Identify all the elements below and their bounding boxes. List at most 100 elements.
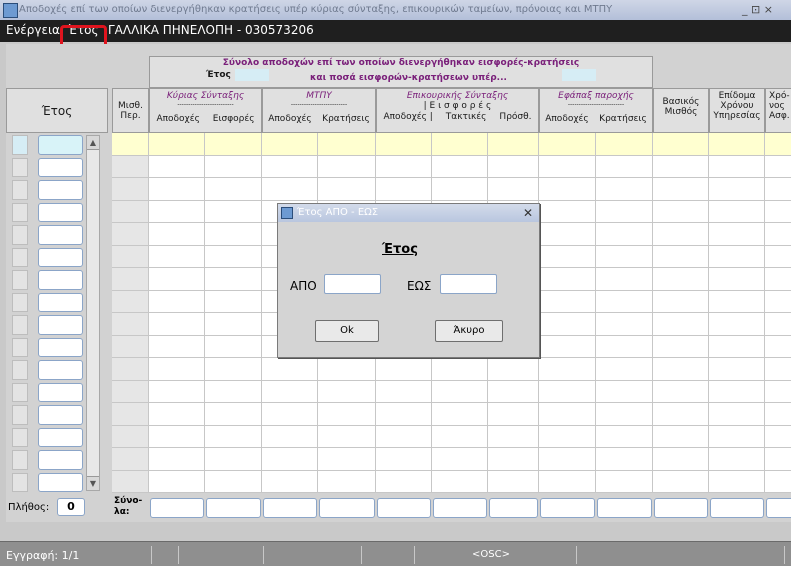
grid-cell[interactable] [653,133,709,156]
grid-cell[interactable] [765,425,791,448]
grid-cell[interactable] [205,335,262,358]
close-icon[interactable]: ✕ [523,204,533,222]
row-selector[interactable] [12,450,28,470]
grid-cell[interactable] [709,178,765,201]
grid-cell[interactable] [539,200,596,223]
year-input[interactable] [38,337,83,357]
grid-cell[interactable] [149,245,205,268]
year-input[interactable] [38,270,83,290]
grid-cell[interactable] [765,245,791,268]
grid-cell[interactable] [262,448,318,471]
row-selector[interactable] [12,292,28,312]
grid-cell[interactable] [709,380,765,403]
grid-cell[interactable] [376,133,432,156]
grid-cell[interactable] [149,470,205,493]
grid-cell[interactable] [596,155,653,178]
cancel-button[interactable]: Άκυρο [435,320,503,342]
grid-cell[interactable] [653,178,709,201]
grid-cell[interactable] [539,313,596,336]
grid-cell[interactable] [318,425,376,448]
summary-amount-field[interactable] [562,69,596,81]
scroll-down-icon[interactable]: ▼ [87,476,99,490]
grid-cell[interactable] [205,268,262,291]
grid-cell[interactable] [149,335,205,358]
year-input[interactable] [38,135,83,155]
grid-cell[interactable] [205,133,262,156]
grid-cell[interactable] [539,380,596,403]
grid-cell[interactable] [488,380,539,403]
grid-cell[interactable] [149,380,205,403]
grid-cell[interactable] [765,358,791,381]
grid-cell[interactable] [262,178,318,201]
grid-cell[interactable] [653,155,709,178]
grid-cell[interactable] [149,223,205,246]
grid-cell[interactable] [539,290,596,313]
row-selector[interactable] [12,360,28,380]
grid-cell[interactable] [653,313,709,336]
grid-cell[interactable] [432,155,488,178]
grid-cell[interactable] [765,380,791,403]
row-selector[interactable] [12,337,28,357]
grid-cell[interactable] [765,268,791,291]
menu-energeia[interactable]: Ενέργεια [6,23,60,37]
grid-cell[interactable] [653,268,709,291]
grid-cell[interactable] [205,290,262,313]
grid-cell[interactable] [539,470,596,493]
grid-cell[interactable] [539,358,596,381]
grid-cell[interactable] [765,223,791,246]
grid-cell[interactable] [653,470,709,493]
grid-cell[interactable] [205,245,262,268]
grid-cell[interactable] [205,448,262,471]
grid-cell[interactable] [596,313,653,336]
grid-cell[interactable] [432,358,488,381]
from-year-input[interactable] [324,274,381,294]
year-input[interactable] [38,157,83,177]
grid-cell[interactable] [596,178,653,201]
grid-cell[interactable] [149,403,205,426]
grid-cell[interactable] [376,403,432,426]
grid-cell[interactable] [432,403,488,426]
row-selector[interactable] [12,202,28,222]
grid-cell[interactable] [376,470,432,493]
grid-cell[interactable] [149,178,205,201]
row-selector[interactable] [12,315,28,335]
grid-cell[interactable] [318,470,376,493]
grid-cell[interactable] [205,155,262,178]
grid-cell[interactable] [709,200,765,223]
grid-cell[interactable] [765,178,791,201]
grid-cell[interactable] [318,358,376,381]
grid-cell[interactable] [205,358,262,381]
grid-cell[interactable] [318,133,376,156]
grid-cell[interactable] [653,245,709,268]
grid-cell[interactable] [653,358,709,381]
grid-cell[interactable] [596,223,653,246]
grid-cell[interactable] [596,425,653,448]
row-selector[interactable] [12,472,28,492]
to-year-input[interactable] [440,274,497,294]
year-input[interactable] [38,225,83,245]
grid-cell[interactable] [596,448,653,471]
row-selector[interactable] [12,382,28,402]
row-selector[interactable] [12,270,28,290]
grid-cell[interactable] [596,403,653,426]
grid-cell[interactable] [262,380,318,403]
grid-cell[interactable] [432,178,488,201]
grid-cell[interactable] [709,290,765,313]
row-selector[interactable] [12,135,28,155]
year-input[interactable] [38,472,83,492]
grid-cell[interactable] [262,133,318,156]
grid-cell[interactable] [653,448,709,471]
grid-cell[interactable] [149,448,205,471]
grid-cell[interactable] [205,470,262,493]
grid-cell[interactable] [765,290,791,313]
year-input[interactable] [38,360,83,380]
grid-cell[interactable] [765,200,791,223]
grid-cell[interactable] [149,313,205,336]
grid-cell[interactable] [432,380,488,403]
grid-cell[interactable] [765,470,791,493]
grid-cell[interactable] [765,313,791,336]
grid-cell[interactable] [205,200,262,223]
grid-cell[interactable] [539,178,596,201]
grid-cell[interactable] [376,178,432,201]
grid-cell[interactable] [596,290,653,313]
